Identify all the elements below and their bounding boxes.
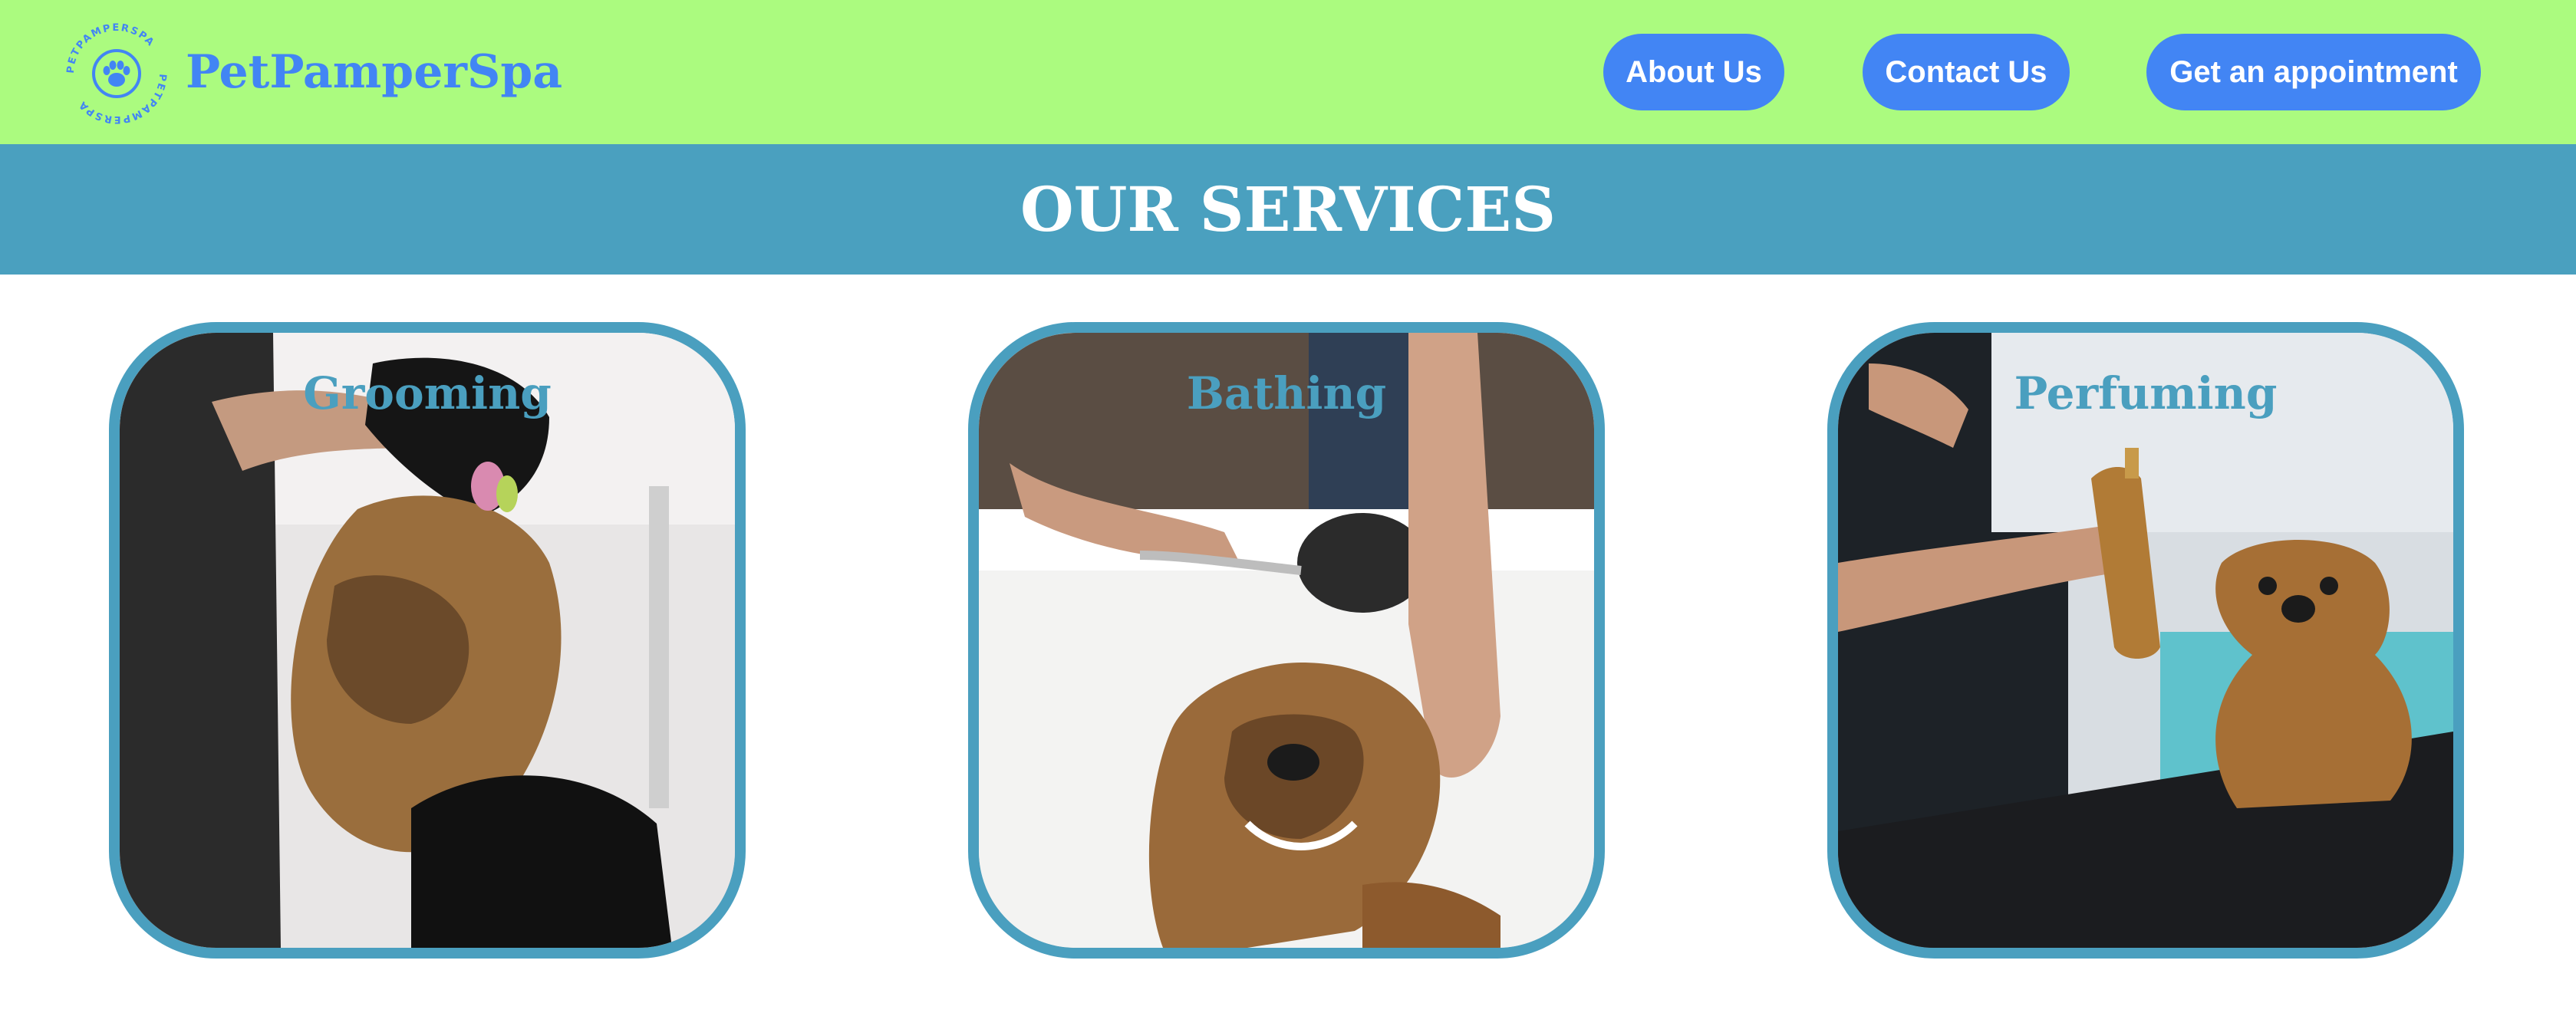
logo-badge[interactable]: PETPAMPERSPA PETPAMPERSPA xyxy=(61,18,172,129)
card-title-bathing: Bathing xyxy=(1186,367,1387,419)
paw-icon xyxy=(103,61,130,87)
card-title-grooming: Grooming xyxy=(303,367,552,419)
dog-perfuming-photo xyxy=(1838,333,2453,948)
services-title: OUR SERVICES xyxy=(1020,173,1556,245)
dog-grooming-photo xyxy=(120,333,735,948)
get-appointment-button[interactable]: Get an appointment xyxy=(2146,34,2481,110)
top-header: PETPAMPERSPA PETPAMPERSPA PetPamperSpa A… xyxy=(0,0,2576,144)
service-card-bathing[interactable]: Bathing xyxy=(968,322,1605,959)
services-band: OUR SERVICES xyxy=(0,144,2576,275)
service-card-perfuming[interactable]: Perfuming xyxy=(1827,322,2464,959)
about-us-button[interactable]: About Us xyxy=(1603,34,1784,110)
contact-us-button[interactable]: Contact Us xyxy=(1863,34,2070,110)
card-title-perfuming: Perfuming xyxy=(2014,367,2278,419)
service-card-grooming[interactable]: Grooming xyxy=(109,322,746,959)
brand-name[interactable]: PetPamperSpa xyxy=(186,41,562,103)
dog-bathing-photo xyxy=(979,333,1594,948)
